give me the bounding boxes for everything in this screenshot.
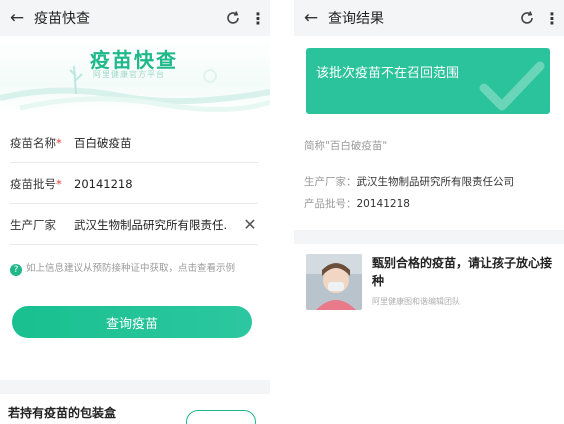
batch-info-value: 20141218 <box>356 198 410 210</box>
manufacturer-field[interactable]: 生产厂家 武汉生物制品研究所有限责任. ✕ <box>10 205 258 245</box>
manufacturer-info: 生产厂家：武汉生物制品研究所有限责任公司 <box>304 174 514 189</box>
more-vertical-icon[interactable]: ⋮ <box>540 9 564 28</box>
page-title: 查询结果 <box>328 11 384 27</box>
vaccine-name-field[interactable]: 疫苗名称* 百白破疫苗 <box>10 123 258 163</box>
brand-slogan: 阿里健康官方平台 <box>93 70 165 79</box>
required-mark: * <box>56 135 62 150</box>
result-message: 该批次疫苗不在召回范围 <box>316 66 460 81</box>
result-status-card: 该批次疫苗不在召回范围 <box>306 48 550 114</box>
section-divider <box>294 230 564 244</box>
more-vertical-icon[interactable]: ⋮ <box>246 9 270 28</box>
query-result-panel: ← 查询结果 ⋮ 该批次疫苗不在召回范围 简称"百白破疫苗" 生产厂家：武汉生物… <box>294 0 564 424</box>
back-arrow-icon[interactable]: ← <box>294 8 328 28</box>
check-watermark-icon <box>479 61 545 111</box>
vaccine-name-value: 百白破疫苗 <box>74 135 132 150</box>
batch-number-value: 20141218 <box>74 176 133 191</box>
vaccine-short-name: 简称"百白破疫苗" <box>304 140 388 152</box>
refresh-icon[interactable] <box>514 7 540 29</box>
screenshot-stage: ← 疫苗快查 ⋮ 疫苗快查 阿里健康官方平台 疫苗名称* 百白破疫苗 疫苗批号*… <box>0 0 564 424</box>
hint-text[interactable]: ? 如上信息建议从预防接种证中获取，点击查看示例 <box>10 262 260 276</box>
refresh-icon[interactable] <box>220 7 246 29</box>
vaccine-query-panel: ← 疫苗快查 ⋮ 疫苗快查 阿里健康官方平台 疫苗名称* 百白破疫苗 疫苗批号*… <box>0 0 270 424</box>
section-divider <box>0 380 270 394</box>
brand-banner: 疫苗快查 阿里健康官方平台 <box>0 36 270 116</box>
page-title: 疫苗快查 <box>34 11 90 27</box>
package-section-title: 若持有疫苗的包装盒 <box>8 406 117 420</box>
top-bar-left: ← 疫苗快查 ⋮ <box>0 0 270 36</box>
vaccine-name-label: 疫苗名称 <box>10 135 56 150</box>
clear-icon[interactable]: ✕ <box>242 215 258 234</box>
top-bar-right: ← 查询结果 ⋮ <box>294 0 564 36</box>
batch-info: 产品批号：20141218 <box>304 196 410 211</box>
package-scan-button[interactable] <box>186 410 256 424</box>
manufacturer-info-label: 生产厂家： <box>304 176 357 188</box>
panel-gap <box>270 0 294 424</box>
batch-number-label: 疫苗批号 <box>10 176 56 191</box>
article-title[interactable]: 甄别合格的疫苗，请让孩子放心接种 <box>372 254 552 290</box>
batch-number-field[interactable]: 疫苗批号* 20141218 <box>10 164 258 204</box>
article-thumbnail[interactable] <box>306 254 362 310</box>
manufacturer-info-value: 武汉生物制品研究所有限责任公司 <box>356 176 515 188</box>
manufacturer-label: 生产厂家 <box>10 217 56 232</box>
question-icon: ? <box>10 264 22 276</box>
batch-info-label: 产品批号： <box>304 198 357 210</box>
manufacturer-value: 武汉生物制品研究所有限责任. <box>74 217 228 232</box>
query-vaccine-button[interactable]: 查询疫苗 <box>12 306 252 338</box>
hint-message: 如上信息建议从预防接种证中获取，点击查看示例 <box>26 263 236 274</box>
child-photo-icon <box>306 254 362 310</box>
article-source: 阿里健康图和谐编辑团队 <box>372 297 460 306</box>
back-arrow-icon[interactable]: ← <box>0 8 34 28</box>
required-mark: * <box>56 176 62 191</box>
